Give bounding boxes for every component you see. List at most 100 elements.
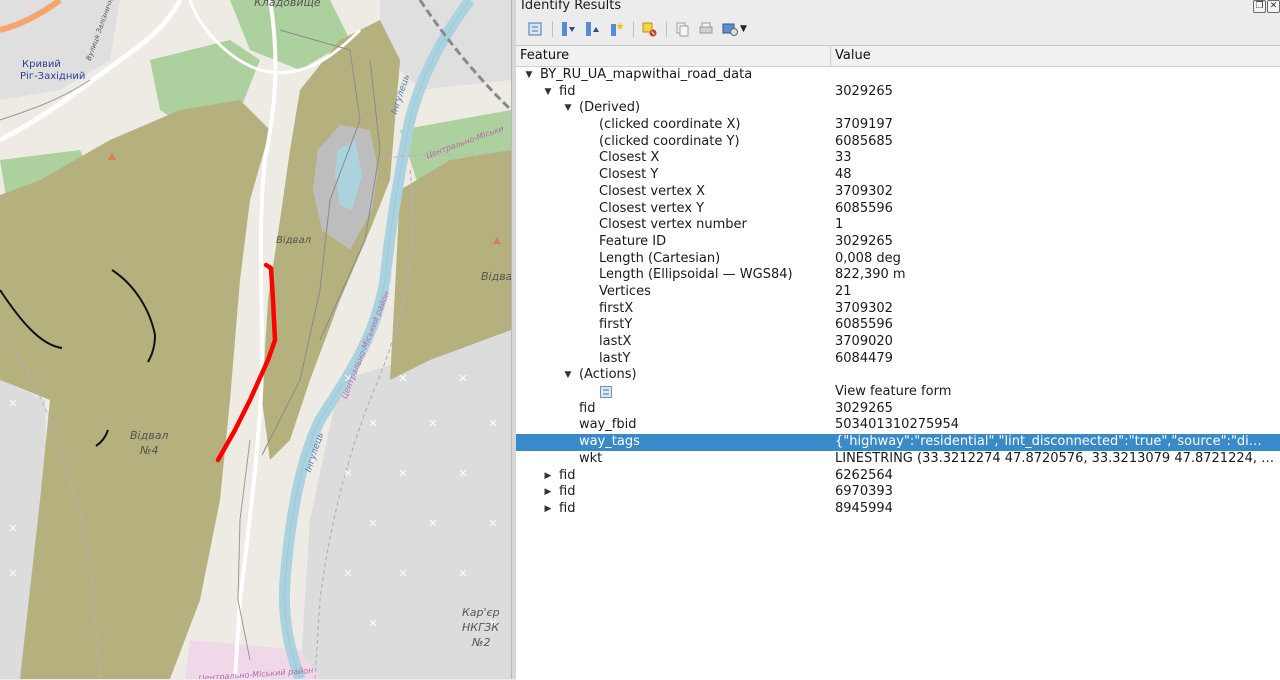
collapse-all-button[interactable]	[581, 18, 603, 40]
tree-row[interactable]: wkt LINESTRING (33.3212274 47.8720576, 33…	[516, 451, 1280, 468]
tree-header: Feature Value	[516, 46, 1280, 67]
tree-row[interactable]: Vertices 21	[516, 284, 1280, 301]
tree-row[interactable]: ▼ BY_RU_UA_mapwithai_road_data	[516, 67, 1280, 84]
collapse-triangle-icon[interactable]: ▼	[543, 84, 553, 101]
expand-all-button[interactable]	[557, 18, 579, 40]
view-feature-form-link[interactable]: View feature form	[835, 384, 1275, 401]
tree-row-value: 6085596	[835, 200, 893, 216]
tree-row[interactable]: Closest vertex Y 6085596	[516, 201, 1280, 218]
tree-row-value: LINESTRING (33.3212274 47.8720576, 33.32…	[835, 450, 1275, 466]
tree-row-feature: fid	[579, 400, 596, 416]
tree-row[interactable]: lastY 6084479	[516, 351, 1280, 368]
tree-row[interactable]: ▼ (Derived)	[516, 100, 1280, 117]
tree-row-feature: Length (Cartesian)	[599, 250, 721, 266]
tree-row-feature: Closest vertex Y	[599, 200, 705, 216]
identify-toolbar: ▼	[524, 18, 747, 40]
map-label-karier-line2: НКГЗК	[462, 621, 500, 634]
column-header-feature[interactable]: Feature	[516, 46, 831, 66]
tree-row[interactable]: ▼ fid 3029265	[516, 84, 1280, 101]
map-canvas[interactable]: Кладовище Кривий Ріг-Західний Відвал Від…	[0, 0, 511, 679]
expand-tree-icon	[528, 22, 542, 36]
tree-row[interactable]: way_fbid 503401310275954	[516, 417, 1280, 434]
tree-row[interactable]: Closest Y 48	[516, 167, 1280, 184]
tree-row[interactable]: ▶ fid 6970393	[516, 484, 1280, 501]
feature-form-icon[interactable]	[600, 386, 612, 399]
collapse-triangle-icon[interactable]: ▼	[524, 67, 534, 84]
tree-row-value: 3709302	[835, 300, 893, 316]
tree-row-value: 6970393	[835, 484, 893, 500]
print-button[interactable]	[695, 18, 717, 40]
tree-row-feature: wkt	[579, 450, 603, 466]
tree-row[interactable]: firstX 3709302	[516, 301, 1280, 318]
tree-row-feature: fid	[559, 500, 576, 516]
tree-row-value: 0,008 deg	[835, 250, 901, 266]
tree-row[interactable]: Feature ID 3029265	[516, 234, 1280, 251]
tree-row-feature: Closest X	[599, 150, 660, 166]
tree-row-feature: BY_RU_UA_mapwithai_road_data	[540, 67, 753, 82]
clear-results-button[interactable]	[638, 18, 660, 40]
tree-row[interactable]: way_tags {"highway":"residential","lint_d…	[516, 434, 1280, 451]
close-panel-icon[interactable]: ✕	[1267, 0, 1280, 13]
settings-dropdown-arrow-icon[interactable]: ▼	[740, 24, 747, 34]
tree-row-feature: lastX	[599, 334, 632, 349]
expand-tree-button[interactable]	[524, 18, 546, 40]
tree-row-value: 33	[835, 150, 852, 166]
tree-row-value: 3709020	[835, 334, 893, 349]
map-label-videal: Відвал	[276, 235, 311, 246]
tree-row[interactable]: firstY 6085596	[516, 317, 1280, 334]
collapse-triangle-icon[interactable]: ▼	[563, 100, 573, 117]
tree-row[interactable]: Length (Ellipsoidal — WGS84) 822,390 m	[516, 267, 1280, 284]
print-icon	[699, 22, 713, 34]
map-label-videal-no4-line2: №4	[140, 444, 159, 457]
expand-triangle-icon[interactable]: ▶	[543, 501, 553, 518]
expand-triangle-icon[interactable]: ▶	[543, 484, 553, 501]
tree-row-feature: fid	[559, 83, 576, 99]
tree-row-value: 3709197	[835, 117, 893, 133]
tree-row-feature: (Actions)	[579, 367, 637, 383]
tree-row-value: 1	[835, 217, 844, 233]
tree-row[interactable]: Closest vertex number 1	[516, 217, 1280, 234]
copy-feature-button[interactable]	[671, 18, 693, 40]
tree-row[interactable]: (clicked coordinate X) 3709197	[516, 117, 1280, 134]
tree-row[interactable]: lastX 3709020	[516, 334, 1280, 351]
tree-row[interactable]: Closest X 33	[516, 150, 1280, 167]
tree-row-value: 3029265	[835, 400, 893, 416]
tree-row-value: 3709302	[835, 183, 893, 199]
expand-triangle-icon[interactable]: ▶	[543, 468, 553, 485]
tree-row[interactable]: ▼ (Actions)	[516, 367, 1280, 384]
column-header-value[interactable]: Value	[831, 46, 1280, 66]
float-panel-icon[interactable]: ❐	[1253, 0, 1266, 13]
map-rendering	[0, 0, 511, 679]
tree-row-value: 822,390 m	[835, 267, 906, 283]
expand-all-icon	[562, 22, 575, 36]
tree-row[interactable]: fid 3029265	[516, 401, 1280, 418]
tree-row-feature: (clicked coordinate X)	[599, 117, 741, 133]
identify-settings-icon	[722, 23, 738, 36]
collapse-triangle-icon[interactable]: ▼	[563, 367, 573, 384]
identify-settings-button[interactable]	[719, 18, 741, 40]
identify-results-tree[interactable]: Feature Value ▼ BY_RU_UA_mapwithai_road_d…	[516, 45, 1280, 680]
tree-row-value: 3029265	[835, 83, 893, 99]
map-label-videal-no4-line1: Відвал	[130, 429, 169, 442]
tree-row-feature: Closest vertex X	[599, 183, 706, 199]
copy-icon	[676, 22, 689, 37]
tree-row-value: 21	[835, 283, 852, 299]
tree-row[interactable]: Length (Cartesian) 0,008 deg	[516, 251, 1280, 268]
tree-row[interactable]: ▶ fid 8945994	[516, 501, 1280, 518]
expand-new-results-button[interactable]	[605, 18, 627, 40]
tree-row[interactable]: (clicked coordinate Y) 6085685	[516, 134, 1280, 151]
tree-row-value: 503401310275954	[835, 417, 960, 433]
clear-results-icon	[642, 22, 657, 37]
tree-row[interactable]: Closest vertex X 3709302	[516, 184, 1280, 201]
tree-row-value: 6262564	[835, 467, 893, 483]
tree-row-feature: Length (Ellipsoidal — WGS84)	[599, 267, 793, 283]
map-label-videal-right: Відвал	[481, 270, 511, 283]
tree-row-value: 8945994	[835, 500, 893, 516]
tree-row-value: 6084479	[835, 350, 893, 366]
tree-row[interactable]: View feature form	[516, 384, 1280, 401]
map-label-karier-line3: №2	[472, 636, 491, 649]
star-expand-icon	[611, 22, 624, 36]
tree-row-value: 6085596	[835, 317, 893, 333]
tree-row-value: {"highway":"residential","lint_disconnec…	[835, 434, 1262, 450]
tree-row[interactable]: ▶ fid 6262564	[516, 468, 1280, 485]
